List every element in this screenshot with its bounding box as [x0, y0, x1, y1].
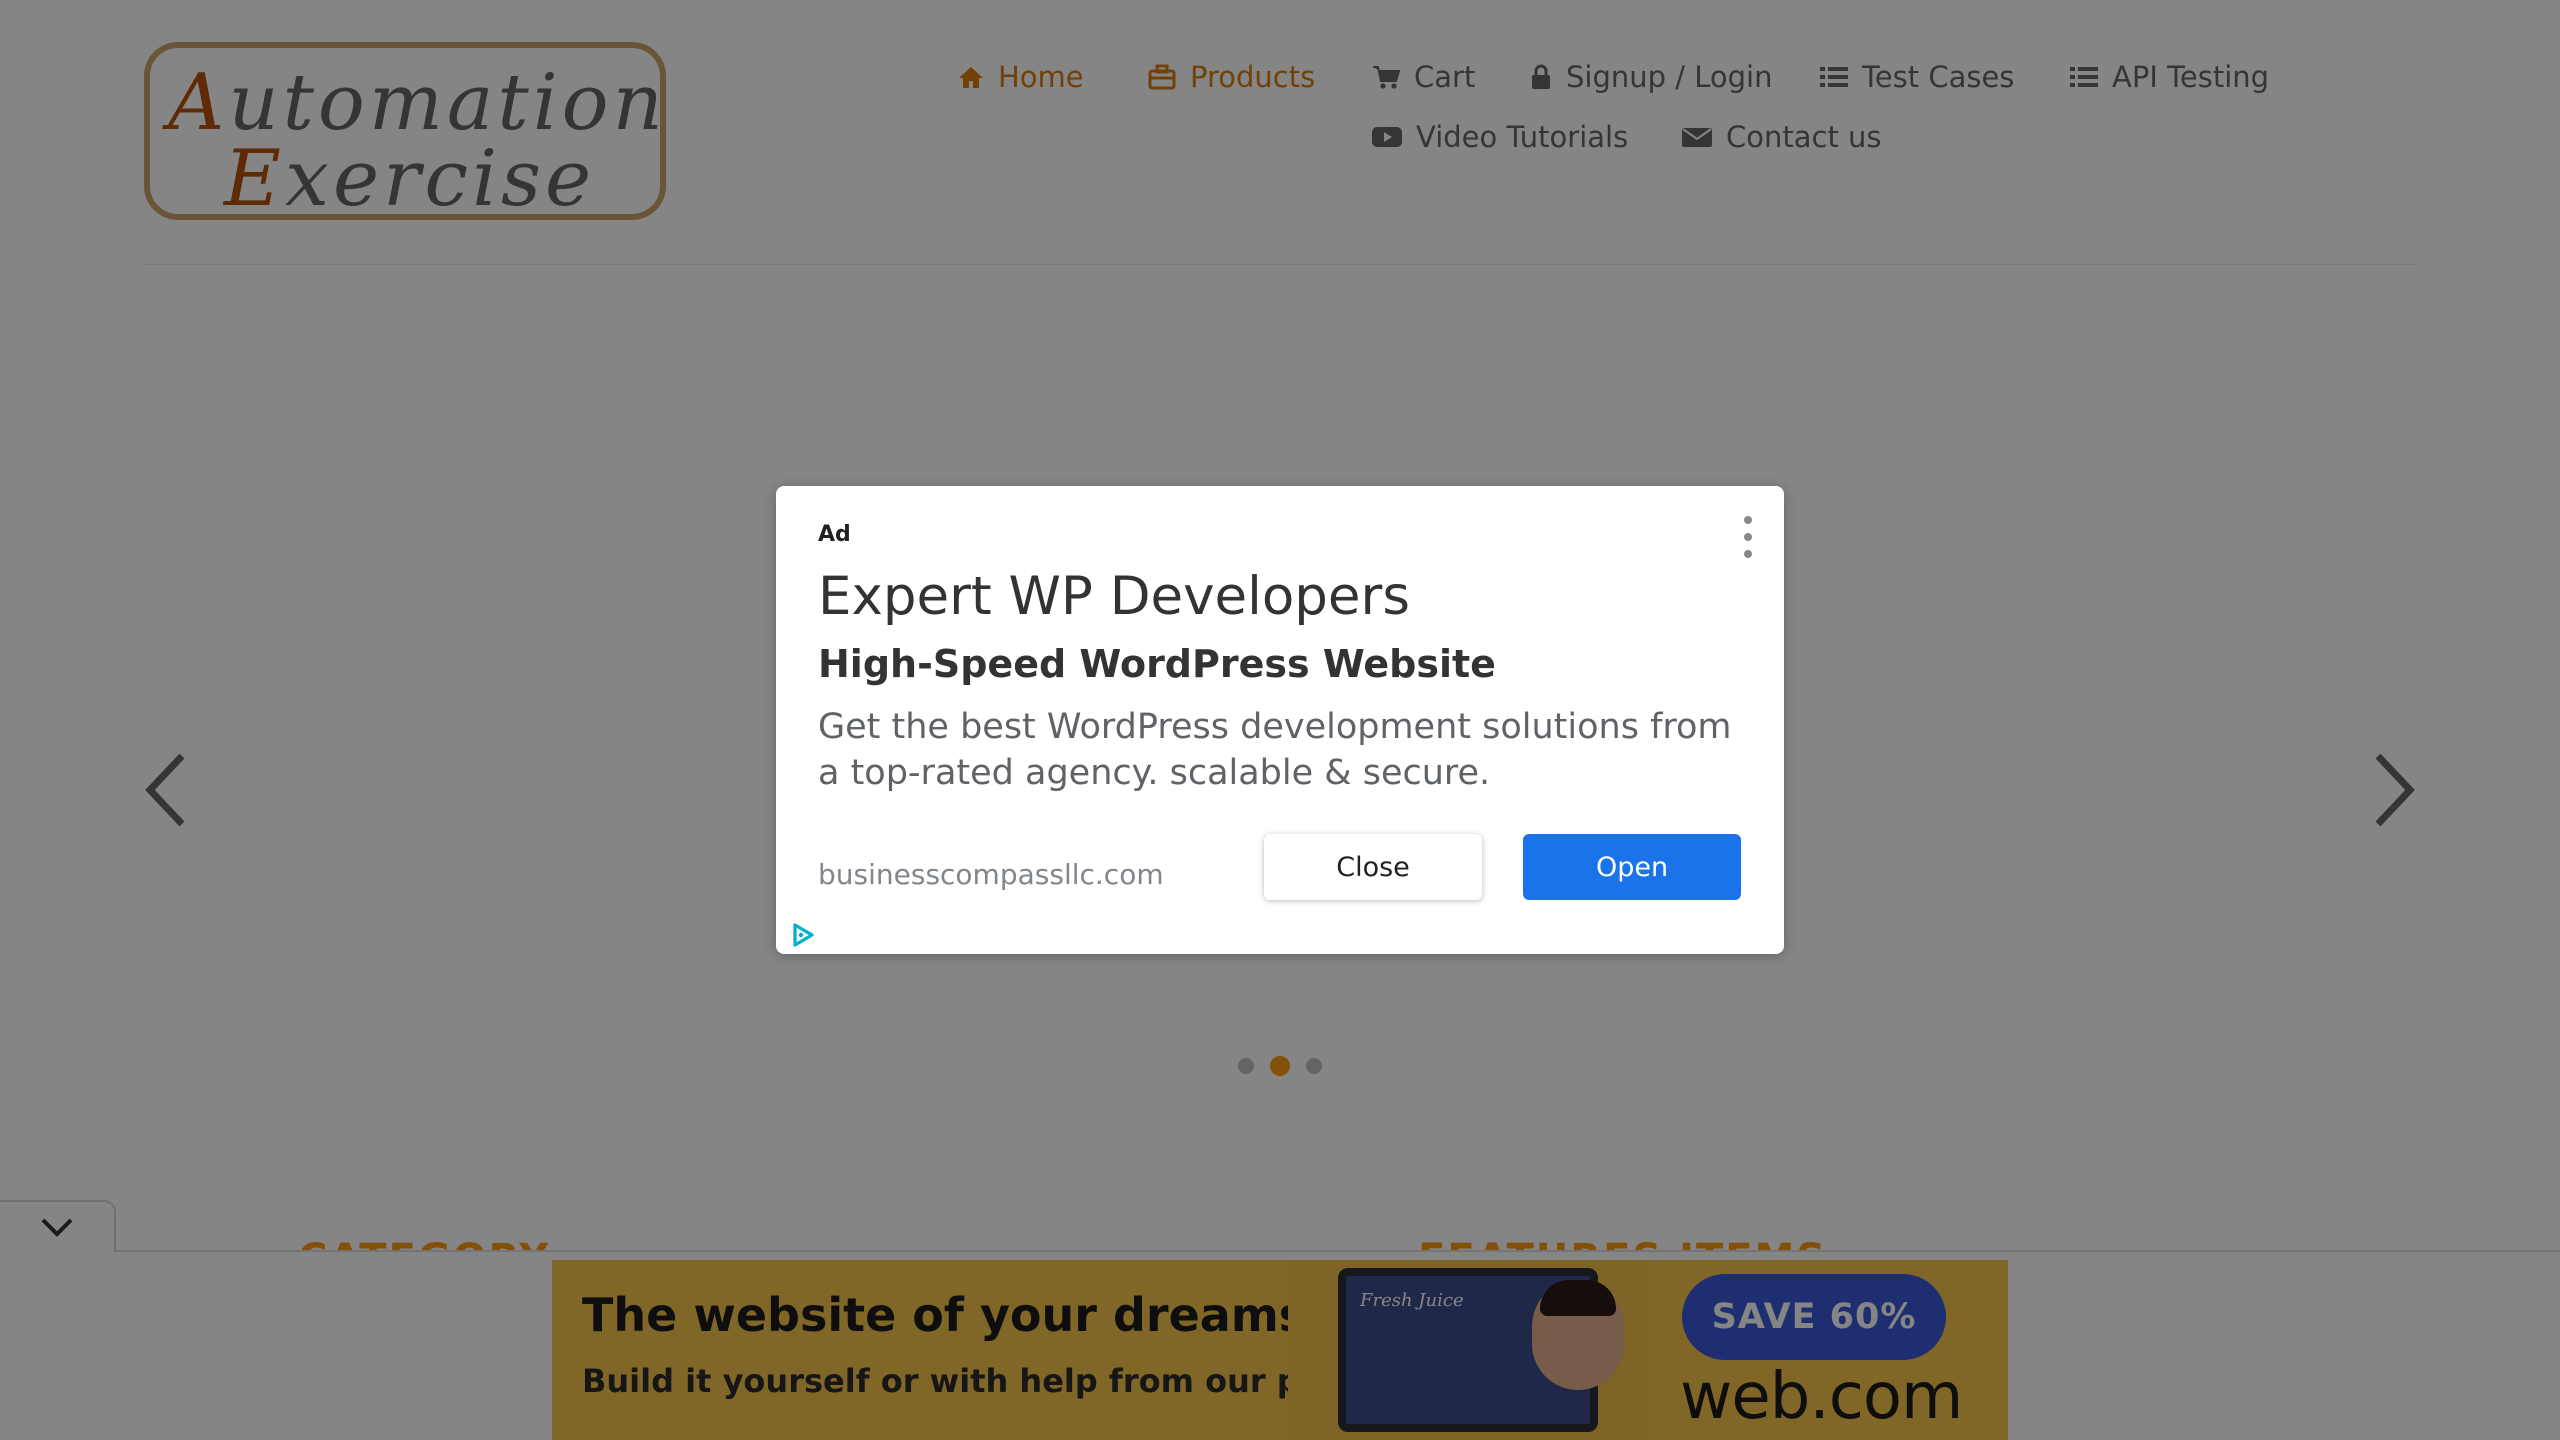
open-button[interactable]: Open: [1523, 834, 1741, 900]
ad-title[interactable]: Expert WP Developers: [818, 566, 1410, 627]
adchoices-icon[interactable]: [790, 922, 816, 952]
more-options-icon[interactable]: [1736, 516, 1760, 558]
ad-label: Ad: [818, 522, 851, 547]
ad-subtitle[interactable]: High-Speed WordPress Website: [818, 642, 1496, 686]
ad-body[interactable]: Get the best WordPress development solut…: [818, 704, 1758, 796]
ad-dialog: Ad Expert WP Developers High-Speed WordP…: [776, 486, 1784, 954]
ad-url[interactable]: businesscompassllc.com: [818, 858, 1164, 891]
close-button[interactable]: Close: [1264, 834, 1482, 900]
